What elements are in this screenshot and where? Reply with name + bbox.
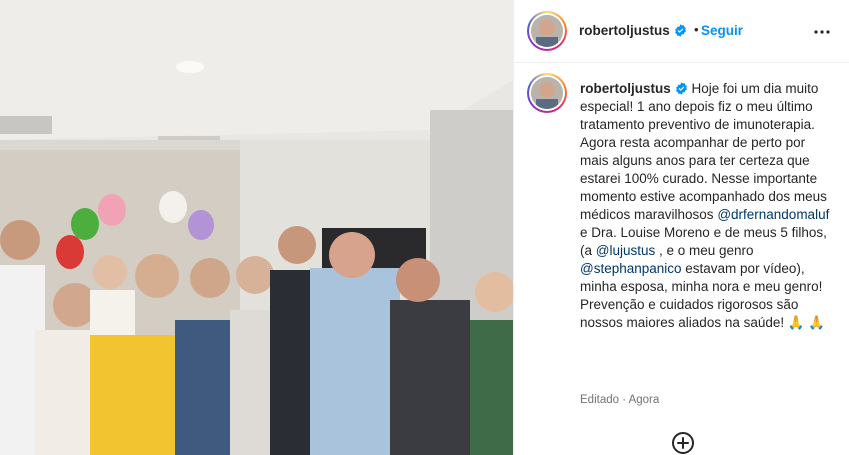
avatar-photo-image (531, 15, 563, 47)
caption-text-3: , e o meu genro (655, 243, 754, 258)
post-caption: robertoljustus Hoje foi um dia muito esp… (580, 80, 830, 332)
mention-link-lujustus[interactable]: @lujustus (596, 243, 655, 258)
mention-link-drfernandomaluf[interactable]: @drfernandomaluf (717, 207, 829, 222)
caption-verified-badge-icon (675, 82, 687, 95)
author-username[interactable]: robertoljustus (579, 23, 687, 38)
separator-dot: • (694, 22, 699, 37)
author-username-text[interactable]: robertoljustus (579, 23, 670, 38)
post-photo[interactable] (0, 0, 513, 455)
post-edited-timestamp: Editado · Agora (580, 394, 660, 406)
mention-link-stephanpanico[interactable]: @stephanpanico (580, 261, 682, 276)
follow-button[interactable]: Seguir (701, 23, 743, 38)
caption-text-1: Hoje foi um dia muito especial! 1 ano de… (580, 81, 827, 222)
more-options-icon[interactable] (810, 20, 834, 44)
verified-badge-icon (674, 24, 686, 37)
add-comment-icon[interactable] (671, 431, 695, 455)
caption-username[interactable]: robertoljustus (580, 81, 671, 96)
caption-avatar-photo-image (531, 77, 563, 109)
author-avatar[interactable] (527, 11, 567, 51)
post-detail-panel: robertoljustus • Seguir robertoljustus H… (513, 0, 849, 455)
post-header: robertoljustus • Seguir (514, 0, 849, 63)
group-photo-image (0, 0, 513, 455)
caption-author-avatar[interactable] (527, 73, 567, 113)
